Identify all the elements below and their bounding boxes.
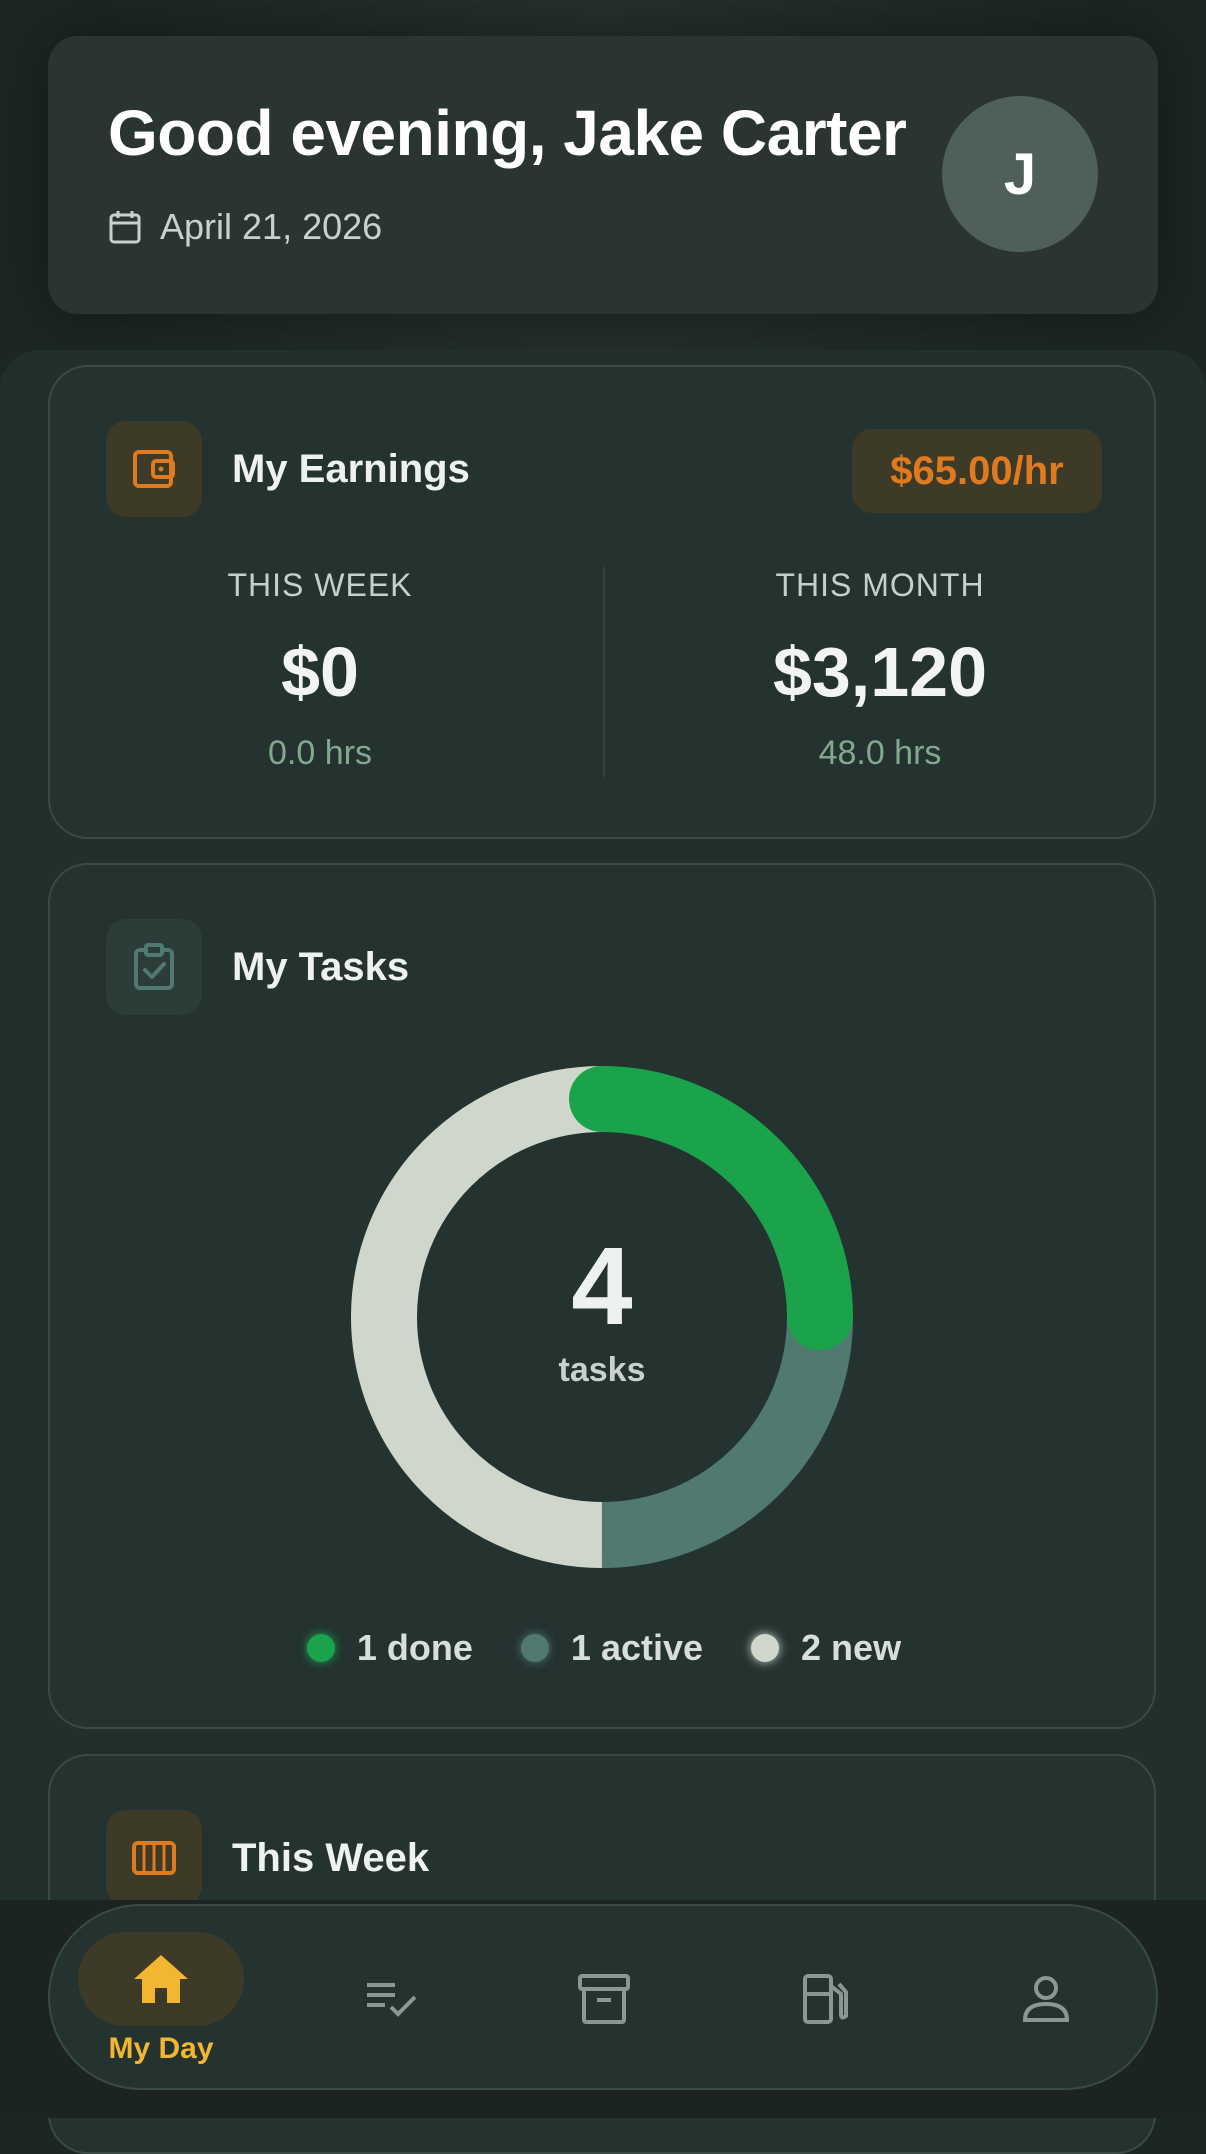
- tasks-total: 4: [571, 1225, 633, 1348]
- archive-icon: [578, 1974, 630, 2024]
- legend-label-new: 2 new: [801, 1627, 902, 1668]
- this-month-label: THIS MONTH: [775, 567, 985, 603]
- nav-active-pill: [78, 1932, 244, 2026]
- earnings-card[interactable]: My Earnings $65.00/hr THIS WEEK $0 0.0 h…: [48, 365, 1156, 839]
- task-list-icon: [367, 1983, 417, 2017]
- legend-dot-new: [751, 1634, 780, 1662]
- greeting-header: Good evening, Jake Carter April 21, 2026…: [48, 36, 1158, 314]
- this-month-stat: THIS MONTH $3,120 48.0 hrs: [610, 567, 1150, 773]
- legend-dot-done: [306, 1634, 335, 1662]
- avatar[interactable]: J: [942, 96, 1098, 252]
- legend-item-new: 2 new: [751, 1627, 901, 1669]
- hourly-rate-badge: $65.00/hr: [852, 429, 1102, 513]
- this-week-label: THIS WEEK: [227, 567, 413, 603]
- nav-item-fuel[interactable]: [766, 1906, 886, 2092]
- nav-item-my-day[interactable]: My Day: [78, 1906, 244, 2092]
- tasks-total-label: tasks: [558, 1351, 646, 1389]
- this-week-stat: THIS WEEK $0 0.0 hrs: [50, 567, 590, 773]
- legend-item-active: 1 active: [520, 1627, 704, 1669]
- tasks-card[interactable]: My Tasks 4 tasks 1 done 1 active 2 new: [48, 863, 1156, 1729]
- this-month-value: $3,120: [772, 633, 988, 711]
- this-week-hours: 0.0 hrs: [268, 734, 372, 772]
- nav-item-profile[interactable]: [986, 1906, 1106, 2092]
- current-date: April 21, 2026: [160, 206, 383, 247]
- calendar-icon: [109, 211, 141, 244]
- nav-item-task-list[interactable]: [332, 1906, 452, 2092]
- legend-dot-active: [520, 1634, 549, 1662]
- clipboard-check-icon: [106, 919, 202, 1015]
- greeting-text: Good evening, Jake Carter: [108, 97, 907, 169]
- week-columns-icon: [106, 1810, 202, 1906]
- profile-icon: [1022, 1976, 1070, 2022]
- this-week-value: $0: [281, 633, 359, 711]
- nav-item-archive[interactable]: [544, 1906, 664, 2092]
- stat-divider: [603, 567, 605, 777]
- date-row: April 21, 2026: [108, 206, 382, 248]
- tasks-title: My Tasks: [232, 945, 410, 989]
- this-week-title: This Week: [232, 1836, 430, 1880]
- earnings-title: My Earnings: [232, 447, 470, 491]
- tasks-donut-chart: 4 tasks: [346, 1061, 858, 1573]
- this-month-hours: 48.0 hrs: [818, 734, 942, 772]
- legend-item-done: 1 done: [306, 1627, 473, 1669]
- wallet-icon: [106, 421, 202, 517]
- legend-label-done: 1 done: [356, 1627, 473, 1668]
- tasks-legend: 1 done 1 active 2 new: [50, 1627, 1158, 1669]
- bottom-navigation: My Day: [48, 1904, 1158, 2090]
- nav-label-my-day: My Day: [108, 2032, 214, 2065]
- home-icon: [134, 1955, 188, 2003]
- fuel-icon: [803, 1974, 848, 2024]
- legend-label-active: 1 active: [570, 1627, 704, 1668]
